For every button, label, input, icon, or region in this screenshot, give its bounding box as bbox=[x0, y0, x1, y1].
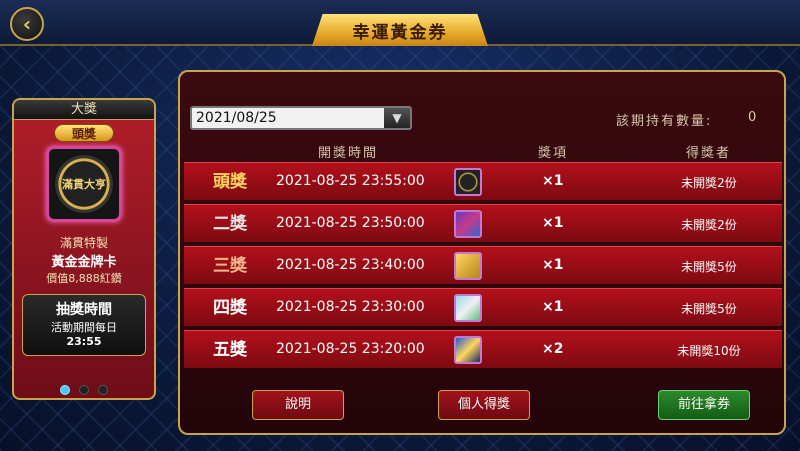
rank-label: 五獎 bbox=[213, 340, 247, 360]
table-row: 三獎 2021-08-25 23:40:00 ×1 未開獎5份 bbox=[184, 246, 782, 284]
chip-text: 滿貫大亨 bbox=[62, 178, 106, 191]
table-row: 二獎 2021-08-25 23:50:00 ×1 未開獎2份 bbox=[184, 204, 782, 242]
rank-label: 三獎 bbox=[213, 256, 247, 276]
prize-card-image: 滿貫大亨 bbox=[46, 146, 122, 222]
prize-quantity: ×1 bbox=[542, 173, 564, 189]
carousel-dot-2[interactable] bbox=[79, 385, 89, 395]
redeem-ticket-button[interactable]: 前往拿券 bbox=[658, 390, 750, 420]
draw-time-title: 抽獎時間 bbox=[56, 302, 112, 318]
card-pack-icon[interactable] bbox=[454, 210, 482, 238]
quantity-label: 該期持有數量: bbox=[616, 114, 713, 129]
column-header-item: 獎項 bbox=[538, 146, 569, 161]
column-header-winner: 得獎者 bbox=[686, 146, 732, 161]
ticket-icon[interactable] bbox=[454, 294, 482, 322]
gold-card-icon[interactable] bbox=[454, 252, 482, 280]
carousel-dots bbox=[12, 380, 156, 399]
table-row: 四獎 2021-08-25 23:30:00 ×1 未開獎5份 bbox=[184, 288, 782, 326]
draw-time-value: 23:55 bbox=[66, 335, 102, 348]
grand-prize-panel: 大獎 頭獎 滿貫大亨 滿貫特製 黃金金牌卡 價值8,888紅鑽 抽獎時間 活動期… bbox=[12, 98, 156, 400]
rank-label: 二獎 bbox=[213, 214, 247, 234]
lottery-panel: 2021/08/25 ▼ 該期持有數量: 0 開獎時間 獎項 得獎者 頭獎 20… bbox=[178, 70, 786, 435]
draw-time: 2021-08-25 23:50:00 bbox=[276, 215, 425, 231]
coupon-icon[interactable] bbox=[454, 336, 482, 364]
casino-chip-icon: 滿貫大亨 bbox=[55, 155, 113, 213]
explain-button[interactable]: 說明 bbox=[252, 390, 344, 420]
prize-quantity: ×1 bbox=[542, 299, 564, 315]
table-row: 頭獎 2021-08-25 23:55:00 ×1 未開獎2份 bbox=[184, 162, 782, 200]
prize-quantity: ×1 bbox=[542, 257, 564, 273]
draw-time: 2021-08-25 23:40:00 bbox=[276, 257, 425, 273]
first-prize-badge: 頭獎 bbox=[54, 124, 114, 142]
draw-time: 2021-08-25 23:30:00 bbox=[276, 299, 425, 315]
chip-icon[interactable] bbox=[454, 168, 482, 196]
prize-panel-header: 大獎 bbox=[14, 100, 154, 120]
rank-label: 四獎 bbox=[213, 298, 247, 318]
page-title: 幸運黃金券 bbox=[312, 14, 488, 46]
prize-table: 頭獎 2021-08-25 23:55:00 ×1 未開獎2份 二獎 2021-… bbox=[184, 162, 782, 372]
column-header-time: 開獎時間 bbox=[318, 146, 379, 161]
chevron-down-icon[interactable]: ▼ bbox=[384, 108, 410, 128]
draw-time: 2021-08-25 23:20:00 bbox=[276, 341, 425, 357]
prize-quantity: ×2 bbox=[542, 341, 564, 357]
carousel-dot-3[interactable] bbox=[98, 385, 109, 395]
draw-time-subtitle: 活動期間每日 bbox=[51, 321, 117, 334]
rank-label: 頭獎 bbox=[213, 172, 247, 192]
table-row: 五獎 2021-08-25 23:20:00 ×2 未開獎10份 bbox=[184, 330, 782, 368]
winner-status: 未開獎5份 bbox=[681, 302, 737, 316]
date-value: 2021/08/25 bbox=[196, 110, 277, 126]
prize-name-line1: 滿貫特製 bbox=[59, 236, 108, 250]
quantity-value: 0 bbox=[748, 110, 757, 125]
prize-quantity: ×1 bbox=[542, 215, 564, 231]
prize-name-line2: 黃金金牌卡 bbox=[51, 255, 117, 270]
winner-status: 未開獎5份 bbox=[681, 260, 737, 274]
back-button[interactable]: ‹ bbox=[10, 7, 44, 41]
date-dropdown[interactable]: 2021/08/25 ▼ bbox=[190, 106, 412, 130]
winner-status: 未開獎10份 bbox=[677, 344, 741, 358]
prize-value: 價值8,888紅鑽 bbox=[46, 272, 122, 285]
winner-status: 未開獎2份 bbox=[681, 218, 737, 232]
winner-status: 未開獎2份 bbox=[681, 176, 737, 190]
draw-time: 2021-08-25 23:55:00 bbox=[276, 173, 425, 189]
personal-awards-button[interactable]: 個人得獎 bbox=[438, 390, 530, 420]
carousel-dot-1[interactable] bbox=[59, 385, 70, 395]
top-bar: ‹ 幸運黃金券 bbox=[0, 0, 800, 46]
draw-time-box: 抽獎時間 活動期間每日 23:55 bbox=[22, 294, 146, 356]
chevron-left-icon: ‹ bbox=[22, 12, 32, 36]
